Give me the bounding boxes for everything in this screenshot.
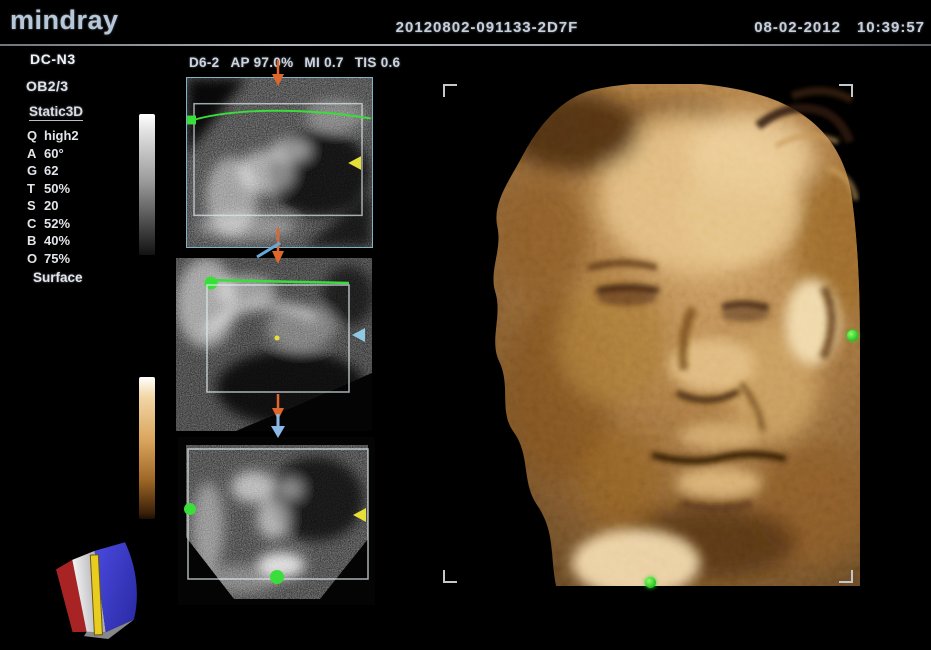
render-parameter-list: Q high2 A 60° G 62 T 50% S 20 C 52% B 40… xyxy=(27,129,79,266)
gray-map-bar xyxy=(139,114,155,255)
imaging-mode-label: Static3D xyxy=(29,104,83,121)
mi-label: MI 0.7 xyxy=(304,55,343,70)
header-divider xyxy=(0,44,931,46)
datetime: 08-02-2012 10:39:57 xyxy=(754,19,925,36)
volume-render-view[interactable] xyxy=(440,84,860,586)
green-dot-handle-icon[interactable] xyxy=(847,330,858,341)
green-square-handle-icon[interactable] xyxy=(187,116,196,125)
render-mode-label: Surface xyxy=(33,270,83,285)
probe-model-label: DC-N3 xyxy=(30,51,76,67)
cyan-diagonal-tick-icon xyxy=(256,240,282,265)
param-gain: G 62 xyxy=(27,164,79,179)
tis-label: TIS 0.6 xyxy=(355,55,401,70)
green-dot-handle-icon[interactable] xyxy=(270,570,284,584)
mpr-view-a[interactable] xyxy=(186,77,373,248)
mindray-logo: mindray xyxy=(10,5,119,36)
date-text: 08-02-2012 xyxy=(754,19,841,36)
green-dot-handle-icon[interactable] xyxy=(184,503,196,515)
ultrasound-screen: mindray 20120802-091133-2D7F 08-02-2012 … xyxy=(0,0,931,650)
param-opacity: O 75% xyxy=(27,252,79,267)
exam-preset-label: OB2/3 xyxy=(26,78,68,94)
orange-axis-arrow-icon xyxy=(271,60,285,91)
acquisition-info-bar: D6-2 AP 97.0% MI 0.7 TIS 0.6 xyxy=(189,55,400,70)
param-threshold: T 50% xyxy=(27,182,79,197)
chroma-map-bar xyxy=(139,377,155,519)
time-text: 10:39:57 xyxy=(857,19,925,36)
corner-bracket-icon xyxy=(839,570,853,583)
fetal-face-render xyxy=(440,84,860,586)
corner-bracket-icon xyxy=(839,84,853,97)
transducer-label: D6-2 xyxy=(189,55,219,70)
param-contrast: C 52% xyxy=(27,217,79,232)
mpr-view-c[interactable] xyxy=(178,437,375,605)
blue-axis-arrow-icon xyxy=(270,414,286,443)
probe-orientation-icon xyxy=(36,534,154,646)
green-dot-handle-icon[interactable] xyxy=(645,577,656,588)
corner-bracket-icon xyxy=(443,570,457,583)
param-smooth: S 20 xyxy=(27,199,79,214)
corner-bracket-icon xyxy=(443,84,457,97)
exam-id-text: 20120802-091133-2D7F xyxy=(337,19,637,36)
param-angle: A 60° xyxy=(27,147,79,162)
yellow-center-mark-icon xyxy=(275,336,280,341)
param-quality: Q high2 xyxy=(27,129,79,144)
param-brightness: B 40% xyxy=(27,234,79,249)
